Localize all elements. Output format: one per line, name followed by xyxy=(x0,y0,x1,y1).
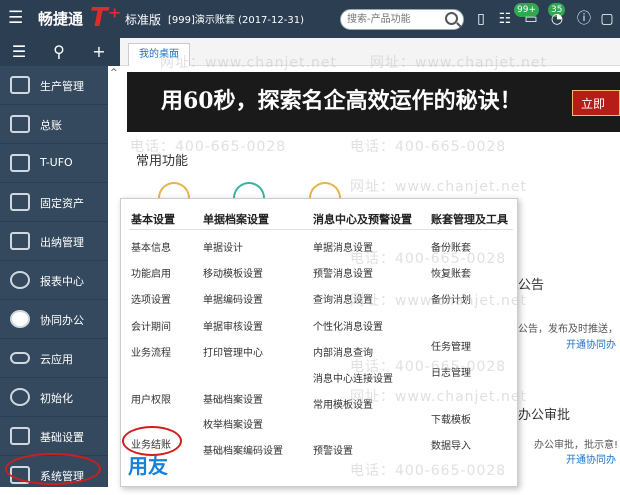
banner-text: 用60秒，探索名企高效运作的秘诀！ xyxy=(161,88,522,114)
menu-item[interactable]: 个性化消息设置 xyxy=(313,318,383,333)
menu-item[interactable]: 单据编码设置 xyxy=(203,291,263,306)
menu-item[interactable]: 业务流程 xyxy=(131,344,171,359)
pie-icon xyxy=(10,271,30,289)
scroll-up-icon[interactable]: ^ xyxy=(110,68,118,78)
mobile-icon[interactable]: ▯ xyxy=(472,10,490,28)
sidebar-item-label: 出纳管理 xyxy=(40,236,84,249)
sidebar-item-basic-settings[interactable]: 基础设置 xyxy=(0,417,108,456)
menu-item[interactable]: 基础档案设置 xyxy=(203,391,263,406)
search-input[interactable] xyxy=(347,10,443,29)
promo-banner[interactable]: 用60秒，探索名企高效运作的秘诀！ 立即 xyxy=(127,72,620,132)
watermark: 电话：400-665-0028 xyxy=(130,139,287,155)
cloud-icon xyxy=(10,352,30,364)
collab-icon xyxy=(10,310,30,328)
bell-icon[interactable]: ◔ xyxy=(548,10,566,28)
sidebar-item-reports[interactable]: 报表中心 xyxy=(0,261,108,300)
approval-text: 办公审批，批示意! xyxy=(534,440,619,451)
notice-text: 公告，发布及时推送， xyxy=(518,324,618,335)
menu-item[interactable]: 任务管理 xyxy=(431,338,471,353)
watermark: 网址：www.chanjet.net xyxy=(160,55,337,71)
brand-name: 畅捷通 xyxy=(38,10,84,28)
search-icon[interactable]: ⚲ xyxy=(42,38,76,66)
watermark: 电话：400-665-0028 xyxy=(350,139,507,155)
approval-title: 办公审批 xyxy=(518,408,571,423)
sidebar-item-label: 基础设置 xyxy=(40,431,84,444)
clock-icon xyxy=(10,388,30,406)
watermark: 网址：www.chanjet.net xyxy=(350,389,527,405)
menu-item[interactable]: 打印管理中心 xyxy=(203,344,263,359)
comment-icon[interactable]: ▢ xyxy=(598,10,616,28)
collapse-menu-icon[interactable]: ☰ xyxy=(2,38,36,66)
menu-item[interactable]: 选项设置 xyxy=(131,291,171,306)
sidebar-item-label: T-UFO xyxy=(40,156,73,169)
help-icon[interactable]: ⓘ xyxy=(575,10,593,28)
cashier-icon xyxy=(10,232,30,250)
sidebar-item-label: 协同办公 xyxy=(40,314,84,327)
approval-link[interactable]: 开通协同办 xyxy=(566,451,616,466)
chat-icon[interactable]: ▭ xyxy=(522,10,540,28)
menu-item[interactable]: 预警设置 xyxy=(313,442,353,457)
menu-item[interactable]: 单据审核设置 xyxy=(203,318,263,333)
ledger-icon xyxy=(10,115,30,133)
list-icon[interactable]: ☷ xyxy=(496,10,514,28)
sidebar-item-label: 初始化 xyxy=(40,392,73,405)
add-icon[interactable]: + xyxy=(82,38,116,66)
sidebar-item-label: 总账 xyxy=(40,119,62,132)
sidebar-item-label: 云应用 xyxy=(40,353,73,366)
brand-logo: T⁺ xyxy=(90,3,122,33)
watermark: 网址：www.chanjet.net xyxy=(350,293,527,309)
banner-button[interactable]: 立即 xyxy=(572,90,620,116)
menu-item[interactable]: 枚举档案设置 xyxy=(203,416,263,431)
sidebar-item-production[interactable]: 生产管理 xyxy=(0,66,108,105)
sidebar-item-ledger[interactable]: 总账 xyxy=(0,105,108,144)
column-title: 基本设置 xyxy=(131,213,175,226)
menu-item[interactable]: 基础档案编码设置 xyxy=(203,442,283,457)
sidebar-item-initialize[interactable]: 初始化 xyxy=(0,378,108,417)
search-icon[interactable] xyxy=(445,12,458,25)
watermark: 电话：400-665-0028 xyxy=(350,251,507,267)
watermark: 网址：www.chanjet.net xyxy=(350,179,527,195)
column-title: 消息中心及预警设置 xyxy=(313,213,412,226)
menu-item[interactable]: 会计期间 xyxy=(131,318,171,333)
highlight-oval-system-management xyxy=(5,453,101,485)
menu-item[interactable]: 下载模板 xyxy=(431,411,471,426)
menu-item[interactable]: 单据设计 xyxy=(203,239,243,254)
sidebar-toolbar: ☰ ⚲ + xyxy=(0,38,120,66)
settings-icon xyxy=(10,427,30,445)
menu-item[interactable]: 基本信息 xyxy=(131,239,171,254)
report-sheet-icon xyxy=(10,154,30,172)
sidebar-item-label: 固定资产 xyxy=(40,197,84,210)
column-title: 账套管理及工具 xyxy=(431,213,508,226)
account-info[interactable]: [999]演示账套 (2017-12-31) xyxy=(168,15,304,27)
menu-item[interactable]: 数据导入 xyxy=(431,437,471,452)
sidebar-item-cloud[interactable]: 云应用 xyxy=(0,339,108,378)
watermark: 电话：400-665-0028 xyxy=(350,359,507,375)
menu-icon[interactable]: ☰ xyxy=(8,8,30,28)
notice-link[interactable]: 开通协同办 xyxy=(566,336,616,351)
sidebar-item-label: 报表中心 xyxy=(40,275,84,288)
watermark: 网址：www.chanjet.net xyxy=(370,55,547,71)
header-divider xyxy=(129,229,513,230)
sidebar-item-collaboration[interactable]: 协同办公 xyxy=(0,300,108,339)
top-bar: ☰ 畅捷通 T⁺ 标准版 [999]演示账套 (2017-12-31) ▯ ☷ … xyxy=(0,0,620,38)
sidebar-item-fixed-assets[interactable]: 固定资产 xyxy=(0,183,108,222)
edition-label: 标准版 xyxy=(125,13,162,27)
column-title: 单据档案设置 xyxy=(203,213,269,226)
search-box[interactable] xyxy=(340,9,464,30)
sidebar-item-cashier[interactable]: 出纳管理 xyxy=(0,222,108,261)
sidebar-item-label: 生产管理 xyxy=(40,80,84,93)
yonyou-logo: 用友 xyxy=(128,454,168,478)
menu-item[interactable]: 功能启用 xyxy=(131,265,171,280)
watermark: 电话：400-665-0028 xyxy=(350,463,507,479)
menu-item[interactable]: 移动模板设置 xyxy=(203,265,263,280)
highlight-oval-business-closing xyxy=(122,426,182,456)
asset-icon xyxy=(10,193,30,211)
sidebar-item-tufo[interactable]: T-UFO xyxy=(0,144,108,183)
gears-icon xyxy=(10,76,30,94)
menu-item[interactable]: 用户权限 xyxy=(131,391,171,406)
